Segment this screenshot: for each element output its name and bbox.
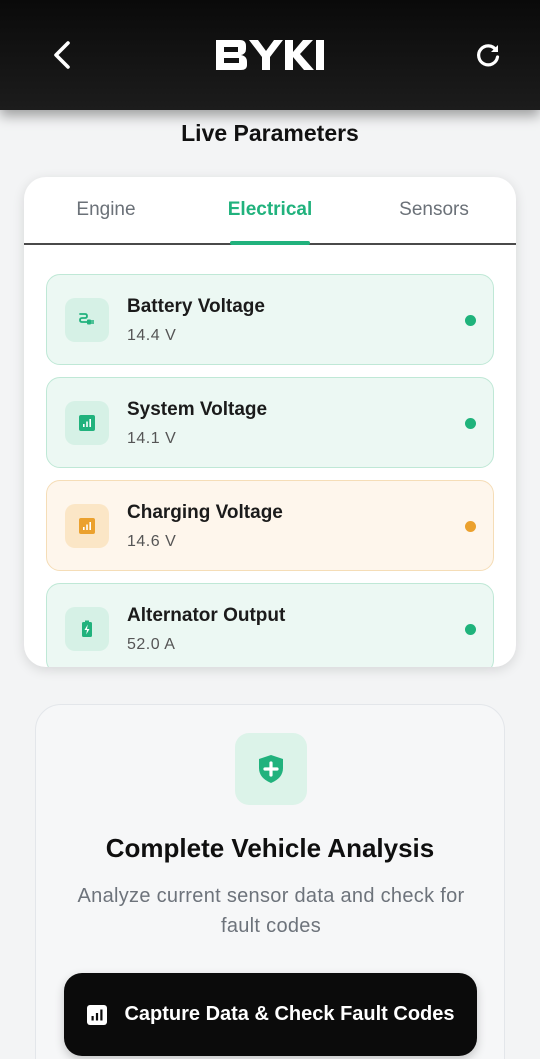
tab-engine[interactable]: Engine (24, 177, 188, 243)
parameter-name: Battery Voltage (127, 296, 265, 317)
active-tab-indicator (230, 241, 310, 245)
byki-logo (216, 40, 324, 70)
parameter-item-battery-voltage[interactable]: Battery Voltage 14.4 V (46, 274, 494, 365)
app-header (0, 0, 540, 110)
parameter-item-charging-voltage[interactable]: Charging Voltage 14.6 V (46, 480, 494, 571)
status-dot (465, 624, 476, 635)
capture-data-button[interactable]: Capture Data & Check Fault Codes (64, 973, 477, 1056)
parameters-card: Engine Electrical Sensors Battery Voltag… (24, 177, 516, 667)
tab-electrical[interactable]: Electrical (188, 177, 352, 243)
bar-chart-icon (65, 504, 109, 548)
battery-charging-icon (65, 607, 109, 651)
parameter-name: Charging Voltage (127, 502, 283, 523)
shield-plus-icon (235, 733, 307, 805)
status-dot (465, 521, 476, 532)
chart-icon (87, 1004, 108, 1025)
plug-icon (65, 298, 109, 342)
parameter-item-system-voltage[interactable]: System Voltage 14.1 V (46, 377, 494, 468)
tab-sensors[interactable]: Sensors (352, 177, 516, 243)
parameter-item-alternator-output[interactable]: Alternator Output 52.0 A (46, 583, 494, 667)
refresh-icon (477, 44, 500, 67)
status-dot (465, 418, 476, 429)
parameter-value: 14.6 V (127, 533, 177, 550)
status-dot (465, 315, 476, 326)
bar-chart-icon (65, 401, 109, 445)
back-button[interactable] (40, 33, 84, 77)
analysis-description: Analyze current sensor data and check fo… (77, 885, 465, 937)
page-title: Live Parameters (181, 120, 359, 146)
chevron-left-icon (54, 41, 70, 69)
parameter-value: 14.1 V (127, 430, 177, 447)
parameter-value: 52.0 A (127, 636, 176, 653)
analysis-title: Complete Vehicle Analysis (105, 833, 435, 863)
parameter-name: Alternator Output (127, 605, 286, 626)
parameter-name: System Voltage (127, 399, 268, 420)
capture-data-label: Capture Data & Check Fault Codes (124, 1003, 455, 1025)
parameter-list: Battery Voltage 14.4 V System Voltage 14… (46, 274, 494, 667)
parameter-value: 14.4 V (127, 327, 177, 344)
tab-bar: Engine Electrical Sensors (24, 177, 516, 245)
refresh-button[interactable] (466, 33, 510, 77)
